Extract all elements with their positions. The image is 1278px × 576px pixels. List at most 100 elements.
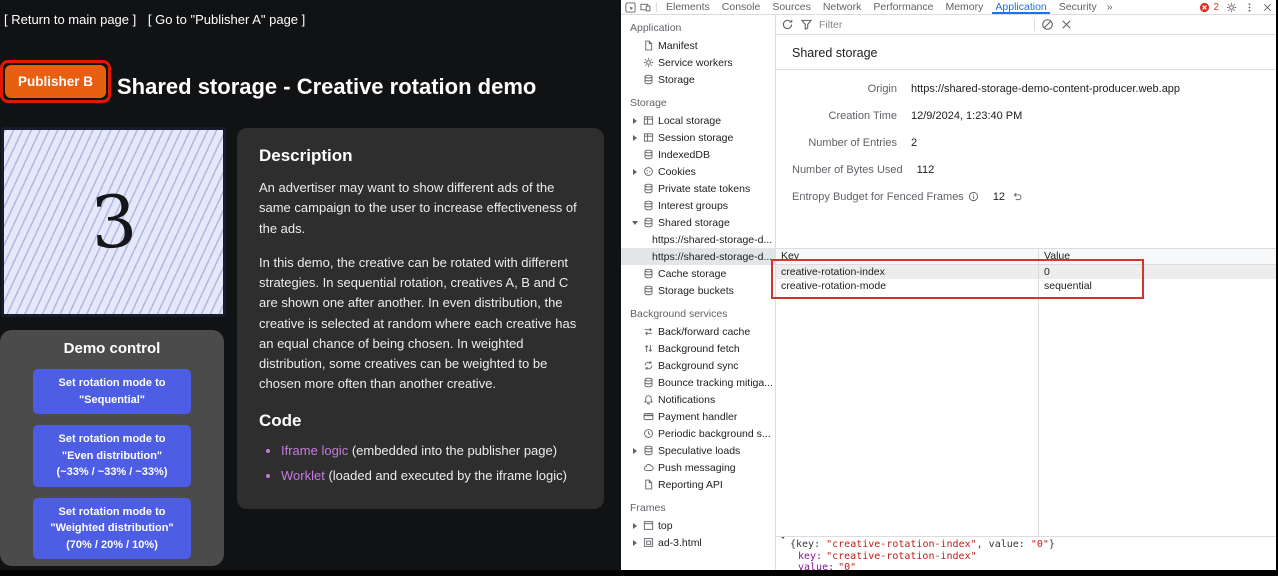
inspect-icon[interactable] — [623, 1, 638, 13]
sidebar-item-payment-handler[interactable]: Payment handler — [621, 408, 775, 425]
table-row[interactable]: creative-rotation-index 0 — [776, 265, 1278, 279]
sidebar-item-session-storage[interactable]: Session storage — [621, 129, 775, 146]
publisher-b-button[interactable]: Publisher B — [5, 65, 106, 98]
sidebar-item-background-sync[interactable]: Background sync — [621, 357, 775, 374]
chevron-down-icon[interactable] — [780, 539, 786, 551]
sidebar-item-service-workers[interactable]: Service workers — [621, 54, 775, 71]
table-row[interactable]: creative-rotation-mode sequential — [776, 279, 1278, 293]
database-icon — [643, 149, 654, 160]
chevron-right-icon[interactable] — [630, 523, 639, 529]
info-icon[interactable] — [968, 191, 979, 202]
close-devtools-icon[interactable] — [1262, 2, 1273, 13]
tab-security[interactable]: Security — [1053, 0, 1103, 14]
preview-text: , value: — [977, 539, 1031, 551]
chevron-right-icon[interactable] — [630, 169, 639, 175]
sidebar-item-shared-storage-origin-2[interactable]: https://shared-storage-d... — [621, 248, 775, 265]
error-count: 2 — [1213, 2, 1219, 13]
sidebar-item-cookies[interactable]: Cookies — [621, 163, 775, 180]
sidebar-item-back-forward-cache[interactable]: Back/forward cache — [621, 323, 775, 340]
sidebar-item-interest-groups[interactable]: Interest groups — [621, 197, 775, 214]
preview-text: } — [1049, 539, 1055, 551]
frame-icon — [643, 520, 654, 531]
refresh-icon[interactable] — [781, 18, 794, 31]
sidebar-item-shared-storage[interactable]: Shared storage — [621, 214, 775, 231]
sidebar-item-indexeddb[interactable]: IndexedDB — [621, 146, 775, 163]
set-even-distribution-button[interactable]: Set rotation mode to "Even distribution"… — [33, 425, 191, 487]
swap-arrows-icon — [643, 326, 654, 337]
tab-application[interactable]: Application — [989, 0, 1052, 14]
sidebar-item-local-storage[interactable]: Local storage — [621, 112, 775, 129]
device-toolbar-icon[interactable] — [638, 1, 653, 13]
devtools-body: Application Manifest Service workers Sto… — [621, 15, 1278, 576]
preview-property-row: key: "creative-rotation-index" — [780, 551, 1274, 563]
metadata-label: Creation Time — [792, 110, 897, 122]
chevron-right-icon[interactable] — [630, 118, 639, 124]
return-to-main-page-link[interactable]: [ Return to main page ] — [4, 12, 136, 27]
menu-kebab-icon[interactable] — [1244, 2, 1255, 13]
card-icon — [643, 411, 654, 422]
sidebar-item-manifest[interactable]: Manifest — [621, 37, 775, 54]
cell-value: sequential — [1039, 279, 1278, 293]
section-title-frames: Frames — [621, 500, 775, 517]
list-item-text: (embedded into the publisher page) — [348, 443, 557, 458]
metadata-label: Number of Bytes Used — [792, 164, 903, 176]
column-header-key: Key — [776, 249, 1039, 264]
error-badge-icon — [1199, 2, 1210, 13]
metadata-value: 2 — [911, 137, 917, 149]
sidebar-item-frame-top[interactable]: top — [621, 517, 775, 534]
sidebar-item-periodic-background-sync[interactable]: Periodic background s... — [621, 425, 775, 442]
sidebar-item-background-fetch[interactable]: Background fetch — [621, 340, 775, 357]
chevron-right-icon[interactable] — [630, 540, 639, 546]
sidebar-item-reporting-api[interactable]: Reporting API — [621, 476, 775, 493]
sidebar-item-storage[interactable]: Storage — [621, 71, 775, 88]
sidebar-item-private-state-tokens[interactable]: Private state tokens — [621, 180, 775, 197]
metadata-label: Origin — [792, 83, 897, 95]
gear-icon — [643, 57, 654, 68]
sidebar-item-cache-storage[interactable]: Cache storage — [621, 265, 775, 282]
settings-gear-icon[interactable] — [1226, 2, 1237, 13]
metadata-label: Entropy Budget for Fenced Frames — [792, 191, 979, 203]
shared-storage-items-grid: Key Value creative-rotation-index 0 crea… — [776, 248, 1278, 536]
tab-network[interactable]: Network — [817, 0, 868, 14]
filter-input[interactable] — [817, 18, 1016, 32]
delete-all-icon[interactable] — [1041, 18, 1054, 31]
metadata-value: https://shared-storage-demo-content-prod… — [911, 83, 1180, 95]
error-badge[interactable]: 2 — [1199, 2, 1219, 13]
description-paragraph: An advertiser may want to show different… — [259, 178, 582, 239]
sidebar-item-storage-buckets[interactable]: Storage buckets — [621, 282, 775, 299]
set-weighted-distribution-button[interactable]: Set rotation mode to "Weighted distribut… — [33, 498, 191, 560]
property-name: key: — [798, 551, 822, 563]
chevron-right-icon[interactable] — [630, 448, 639, 454]
sidebar-item-push-messaging[interactable]: Push messaging — [621, 459, 775, 476]
cookie-icon — [643, 166, 654, 177]
iframe-logic-link[interactable]: Iframe logic — [281, 443, 348, 458]
sidebar-item-frame-ad-3[interactable]: ad-3.html — [621, 534, 775, 551]
go-to-publisher-a-link[interactable]: [ Go to "Publisher A" page ] — [148, 12, 305, 27]
screenshot-stage: [ Return to main page ] [ Go to "Publish… — [0, 0, 1278, 576]
reset-entropy-icon[interactable] — [1012, 191, 1023, 202]
sidebar-item-notifications[interactable]: Notifications — [621, 391, 775, 408]
tab-memory[interactable]: Memory — [939, 0, 989, 14]
worklet-link[interactable]: Worklet — [281, 468, 325, 483]
database-icon — [643, 377, 654, 388]
tab-sources[interactable]: Sources — [766, 0, 817, 14]
set-sequential-button[interactable]: Set rotation mode to "Sequential" — [33, 369, 191, 414]
panel-section-title: Shared storage — [776, 35, 1278, 70]
demo-control-panel: Demo control Set rotation mode to "Seque… — [0, 330, 224, 566]
chevron-right-icon[interactable] — [630, 135, 639, 141]
more-tabs-chevron[interactable]: » — [1103, 1, 1117, 13]
list-item: Worklet (loaded and executed by the ifra… — [281, 466, 582, 486]
metadata-value: 112 — [917, 164, 935, 176]
property-value: "creative-rotation-index" — [826, 551, 977, 563]
tab-performance[interactable]: Performance — [867, 0, 939, 14]
clear-icon[interactable] — [1060, 18, 1073, 31]
sidebar-item-bounce-tracking-mitigations[interactable]: Bounce tracking mitiga... — [621, 374, 775, 391]
cell-key: creative-rotation-index — [776, 265, 1039, 279]
tab-console[interactable]: Console — [716, 0, 767, 14]
chevron-down-icon[interactable] — [630, 221, 639, 225]
up-down-arrows-icon — [643, 343, 654, 354]
tab-elements[interactable]: Elements — [660, 0, 716, 14]
sidebar-item-speculative-loads[interactable]: Speculative loads — [621, 442, 775, 459]
sidebar-item-shared-storage-origin-1[interactable]: https://shared-storage-d... — [621, 231, 775, 248]
ad-creative: 3 — [1, 127, 226, 317]
